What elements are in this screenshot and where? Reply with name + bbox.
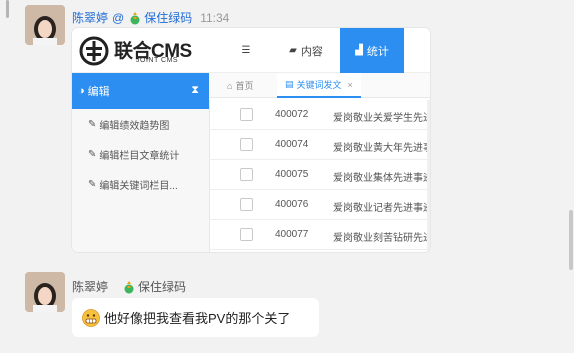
sidebar-item-label: 编辑栏目文章统计 (99, 150, 180, 162)
data-table: 400072 爱岗敬业关爱学生先进 400074 爱岗敬业黄大年先进事 4000… (209, 100, 430, 252)
row-title[interactable]: 爱岗敬业关爱学生先进 (333, 109, 430, 124)
tab-bar: ⌂ 首页 ▤ 关键词发文 × (209, 73, 430, 98)
message-bubble[interactable]: 他好像把我查看我PV的那个关了 (72, 298, 319, 337)
sender-name[interactable]: 陈翠婷 (72, 9, 108, 26)
menu-icon: ☰ (241, 45, 251, 56)
row-title[interactable]: 爱岗敬业刻苦钻研先进 (333, 229, 430, 244)
row-id: 400074 (275, 139, 309, 150)
avatar-image (25, 272, 65, 312)
timestamp: 11:34 (200, 10, 230, 25)
nav-statistics[interactable]: ▟ 统计 (340, 28, 404, 73)
sidebar-header-label: 编辑 (87, 86, 110, 98)
cms-brand-sub: JOINT CMS (136, 57, 179, 64)
row-id: 400077 (275, 229, 309, 240)
sidebar-item-column-stats[interactable]: ✎ 编辑栏目文章统计 (72, 139, 209, 169)
row-checkbox[interactable] (240, 168, 253, 181)
nav-content-label: 内容 (300, 45, 323, 58)
nav-content[interactable]: ▰ 内容 (277, 28, 335, 73)
avatar[interactable] (25, 5, 65, 45)
half-circle-icon: ◑ (78, 85, 85, 97)
nav-statistics-label: 统计 (366, 45, 389, 58)
close-icon[interactable]: × (348, 80, 353, 90)
book-icon: ▰ (289, 45, 297, 56)
row-id: 400072 (275, 109, 309, 120)
at-sign: @ (112, 10, 125, 25)
tab-home-label: 首页 (235, 81, 254, 91)
pencil-icon: ✎ (88, 118, 97, 130)
tab-home[interactable]: ⌂ 首页 (227, 73, 253, 98)
message-header: 陈翠婷 保住绿码 (72, 278, 186, 295)
message-header: 陈翠婷 @ 保住绿码 11:34 (72, 9, 229, 26)
cms-sidebar: ◑ 编辑 ⧗ ✎ 编辑绩效趋势图 ✎ 编辑栏目文章统计 ✎ 编辑关键词栏目... (72, 73, 209, 252)
sidebar-header-edit[interactable]: ◑ 编辑 ⧗ (72, 73, 209, 109)
screenshot-image[interactable]: 联合CMS JOINT CMS ☰ ▰ 内容 ▟ 统计 ◑ 编辑 ⧗ ✎ 编辑绩… (72, 28, 430, 252)
document-icon: ▤ (285, 79, 294, 89)
chart-icon: ▟ (355, 45, 363, 56)
row-title[interactable]: 爱岗敬业记者先进事迹 (333, 199, 430, 214)
avatar-image (25, 5, 65, 45)
lucky-label: 保住绿码 (138, 280, 187, 294)
table-row[interactable]: 400074 爱岗敬业黄大年先进事 (209, 130, 430, 160)
message-text: 他好像把我查看我PV的那个关了 (104, 311, 291, 326)
row-checkbox[interactable] (240, 108, 253, 121)
sender-name[interactable]: 陈翠婷 (72, 278, 108, 295)
scroll-edge (6, 0, 9, 18)
grimace-emoji-icon (82, 308, 100, 327)
sidebar-item-label: 编辑关键词栏目... (99, 180, 178, 192)
sidebar-item-label: 编辑绩效趋势图 (99, 120, 170, 132)
avatar[interactable] (25, 272, 65, 312)
nav-menu-toggle[interactable]: ☰ (222, 28, 270, 73)
lucky-badge: 保住绿码 (122, 278, 186, 295)
row-checkbox[interactable] (240, 198, 253, 211)
pencil-icon: ✎ (88, 148, 97, 160)
table-scrollbar[interactable] (427, 100, 430, 252)
table-row[interactable]: 400072 爱岗敬业关爱学生先进 (209, 100, 430, 130)
lucky-bag-icon (130, 11, 140, 24)
row-title[interactable]: 爱岗敬业黄大年先进事 (333, 139, 430, 154)
chat-scrollbar[interactable] (569, 210, 573, 270)
lucky-label: 保住绿码 (144, 11, 193, 25)
sidebar-item-performance[interactable]: ✎ 编辑绩效趋势图 (72, 109, 209, 139)
cms-header: 联合CMS JOINT CMS ☰ ▰ 内容 ▟ 统计 (72, 28, 430, 73)
lucky-badge: 保住绿码 (128, 9, 192, 26)
table-row[interactable]: 400075 爱岗敬业集体先进事迹 (209, 160, 430, 190)
lucky-bag-icon (124, 280, 134, 293)
logo-mark-icon (79, 36, 109, 66)
row-title[interactable]: 爱岗敬业集体先进事迹 (333, 169, 430, 184)
row-checkbox[interactable] (240, 228, 253, 241)
tab-keyword-label: 关键词发文 (296, 80, 342, 90)
row-id: 400075 (275, 169, 309, 180)
row-checkbox[interactable] (240, 138, 253, 151)
cms-logo: 联合CMS JOINT CMS (78, 35, 204, 67)
home-icon: ⌂ (227, 80, 233, 91)
collapse-icon[interactable]: ⧗ (191, 84, 199, 97)
row-id: 400076 (275, 199, 309, 210)
table-row[interactable]: 400077 爱岗敬业刻苦钻研先进 (209, 220, 430, 250)
sidebar-item-keyword-column[interactable]: ✎ 编辑关键词栏目... (72, 169, 209, 199)
tab-keyword-posts[interactable]: ▤ 关键词发文 × (277, 73, 361, 98)
table-row[interactable]: 400076 爱岗敬业记者先进事迹 (209, 190, 430, 220)
pencil-icon: ✎ (88, 178, 97, 190)
